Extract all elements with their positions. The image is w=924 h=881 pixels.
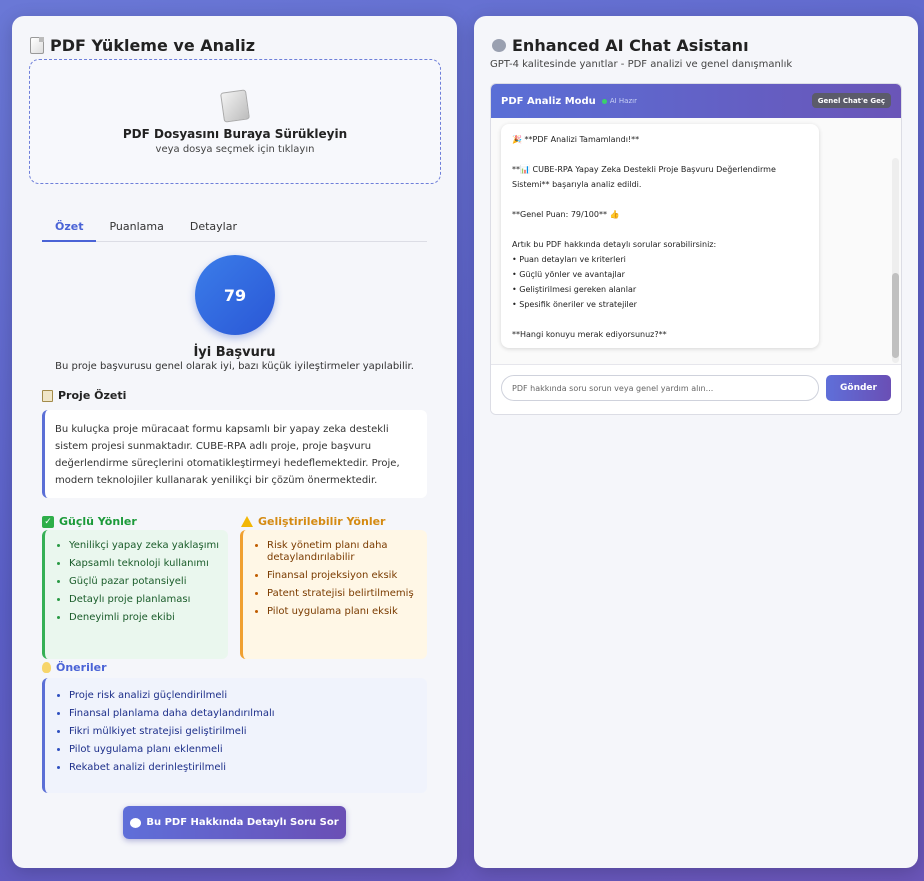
message-line xyxy=(512,222,819,237)
recommendations-heading: Öneriler xyxy=(42,661,107,674)
list-item: Patent stratejisi belirtilmemiş xyxy=(267,588,419,600)
message-line xyxy=(512,312,819,327)
message-line: **Genel Puan: 79/100** 👍 xyxy=(512,210,620,219)
summary-heading-text: Proje Özeti xyxy=(58,389,127,402)
improvements-heading: Geliştirilebilir Yönler xyxy=(241,515,385,528)
message-line: • Puan detayları ve kriterleri xyxy=(512,255,626,264)
document-icon xyxy=(30,37,44,54)
message-line: • Güçlü yönler ve avantajlar xyxy=(512,270,625,279)
upload-subtitle: veya dosya seçmek için tıklayın xyxy=(155,144,315,155)
strengths-heading-text: Güçlü Yönler xyxy=(59,515,137,528)
score-value: 79 xyxy=(223,285,247,305)
message-line: **📊 CUBE-RPA Yapay Zeka Destekli Proje B… xyxy=(512,165,776,174)
strengths-heading: ✓ Güçlü Yönler xyxy=(42,515,137,528)
scrollbar-thumb[interactable] xyxy=(892,273,899,358)
tab-summary[interactable]: Özet xyxy=(42,216,97,242)
message-line: 🎉 **PDF Analizi Tamamlandı!** xyxy=(512,135,640,144)
chat-bubble-icon xyxy=(130,817,142,828)
chat-input[interactable] xyxy=(501,375,819,401)
score-circle: 79 xyxy=(195,255,275,335)
message-scrollbar[interactable] xyxy=(892,158,899,363)
chat-subtitle: GPT-4 kalitesinde yanıtlar - PDF analizi… xyxy=(490,59,793,70)
list-item: Proje risk analizi güçlendirilmeli xyxy=(69,690,419,702)
strengths-list: Yenilikçi yapay zeka yaklaşımı Kapsamlı … xyxy=(42,530,228,659)
document-icon xyxy=(220,89,250,123)
analysis-tabs: Özet Puanlama Detaylar xyxy=(42,216,427,242)
improvements-heading-text: Geliştirilebilir Yönler xyxy=(258,515,386,528)
switch-to-general-chat-button[interactable]: Genel Chat'e Geç xyxy=(811,93,891,108)
chat-header: PDF Analiz Modu AI Hazır Genel Chat'e Ge… xyxy=(491,84,901,118)
message-line: • Spesifik öneriler ve stratejiler xyxy=(512,300,637,309)
score-description: Bu proje başvurusu genel olarak iyi, baz… xyxy=(55,361,414,372)
list-item: Deneyimli proje ekibi xyxy=(69,612,220,624)
list-item: Finansal planlama daha detaylandırılmalı xyxy=(69,708,419,720)
chat-panel-title-text: Enhanced AI Chat Asistanı xyxy=(512,36,749,55)
message-line: **Hangi konuyu merak ediyorsunuz?** xyxy=(512,330,667,339)
ask-about-pdf-label: Bu PDF Hakkında Detaylı Soru Sor xyxy=(146,817,339,828)
tab-details[interactable]: Detaylar xyxy=(177,216,250,242)
status-dot-icon xyxy=(601,98,607,104)
pdf-upload-dropzone[interactable]: PDF Dosyasını Buraya Sürükleyin veya dos… xyxy=(29,59,441,184)
chat-input-row: Gönder xyxy=(491,364,901,414)
list-item: Pilot uygulama planı eklenmeli xyxy=(69,744,419,756)
status-text: AI Hazır xyxy=(609,97,637,105)
lightbulb-icon xyxy=(42,662,51,673)
tab-scoring[interactable]: Puanlama xyxy=(96,216,176,242)
pdf-analysis-panel: PDF Yükleme ve Analiz PDF Dosyasını Bura… xyxy=(12,16,457,868)
chat-bubble-icon xyxy=(492,39,506,52)
recommendations-list: Proje risk analizi güçlendirilmeli Finan… xyxy=(42,678,427,793)
list-item: Rekabet analizi derinleştirilmeli xyxy=(69,762,419,774)
chat-panel-title: Enhanced AI Chat Asistanı xyxy=(492,36,749,55)
message-line: • Geliştirilmesi gereken alanlar xyxy=(512,285,637,294)
message-line: Sistemi** başarıyla analiz edildi. xyxy=(512,180,642,189)
list-item: Detaylı proje planlaması xyxy=(69,594,220,606)
message-line xyxy=(512,147,819,162)
upload-title: PDF Dosyasını Buraya Sürükleyin xyxy=(122,127,348,141)
status-badge: AI Hazır xyxy=(601,97,637,105)
score-label: İyi Başvuru xyxy=(193,345,276,360)
pdf-panel-title-text: PDF Yükleme ve Analiz xyxy=(50,36,256,55)
list-item: Finansal projeksiyon eksik xyxy=(267,570,419,582)
pdf-panel-title: PDF Yükleme ve Analiz xyxy=(30,36,255,55)
message-list: 🎉 **PDF Analizi Tamamlandı!** **📊 CUBE-R… xyxy=(491,118,901,364)
list-item: Güçlü pazar potansiyeli xyxy=(69,576,220,588)
summary-heading: Proje Özeti xyxy=(42,389,126,402)
chat-window: PDF Analiz Modu AI Hazır Genel Chat'e Ge… xyxy=(490,83,902,415)
ask-about-pdf-button[interactable]: Bu PDF Hakkında Detaylı Soru Sor xyxy=(123,806,346,839)
clipboard-icon xyxy=(42,389,53,402)
list-item: Pilot uygulama planı eksik xyxy=(267,606,419,618)
recommendations-heading-text: Öneriler xyxy=(56,661,107,674)
list-item: Kapsamlı teknoloji kullanımı xyxy=(69,558,220,570)
improvements-list: Risk yönetim planı daha detaylandırılabi… xyxy=(240,530,427,659)
chat-panel: Enhanced AI Chat Asistanı GPT-4 kalitesi… xyxy=(474,16,918,868)
warning-icon xyxy=(241,516,253,527)
chat-mode-label: PDF Analiz Modu xyxy=(501,95,596,107)
list-item: Yenilikçi yapay zeka yaklaşımı xyxy=(69,540,220,552)
send-button[interactable]: Gönder xyxy=(826,375,891,401)
message-line: Artık bu PDF hakkında detaylı sorular so… xyxy=(512,240,717,249)
list-item: Risk yönetim planı daha detaylandırılabi… xyxy=(267,540,419,564)
summary-text: Bu kuluçka proje müracaat formu kapsamlı… xyxy=(42,410,427,498)
list-item: Fikri mülkiyet stratejisi geliştirilmeli xyxy=(69,726,419,738)
message-line xyxy=(512,192,819,207)
assistant-message: 🎉 **PDF Analizi Tamamlandı!** **📊 CUBE-R… xyxy=(501,124,819,348)
checkmark-icon: ✓ xyxy=(42,515,54,528)
